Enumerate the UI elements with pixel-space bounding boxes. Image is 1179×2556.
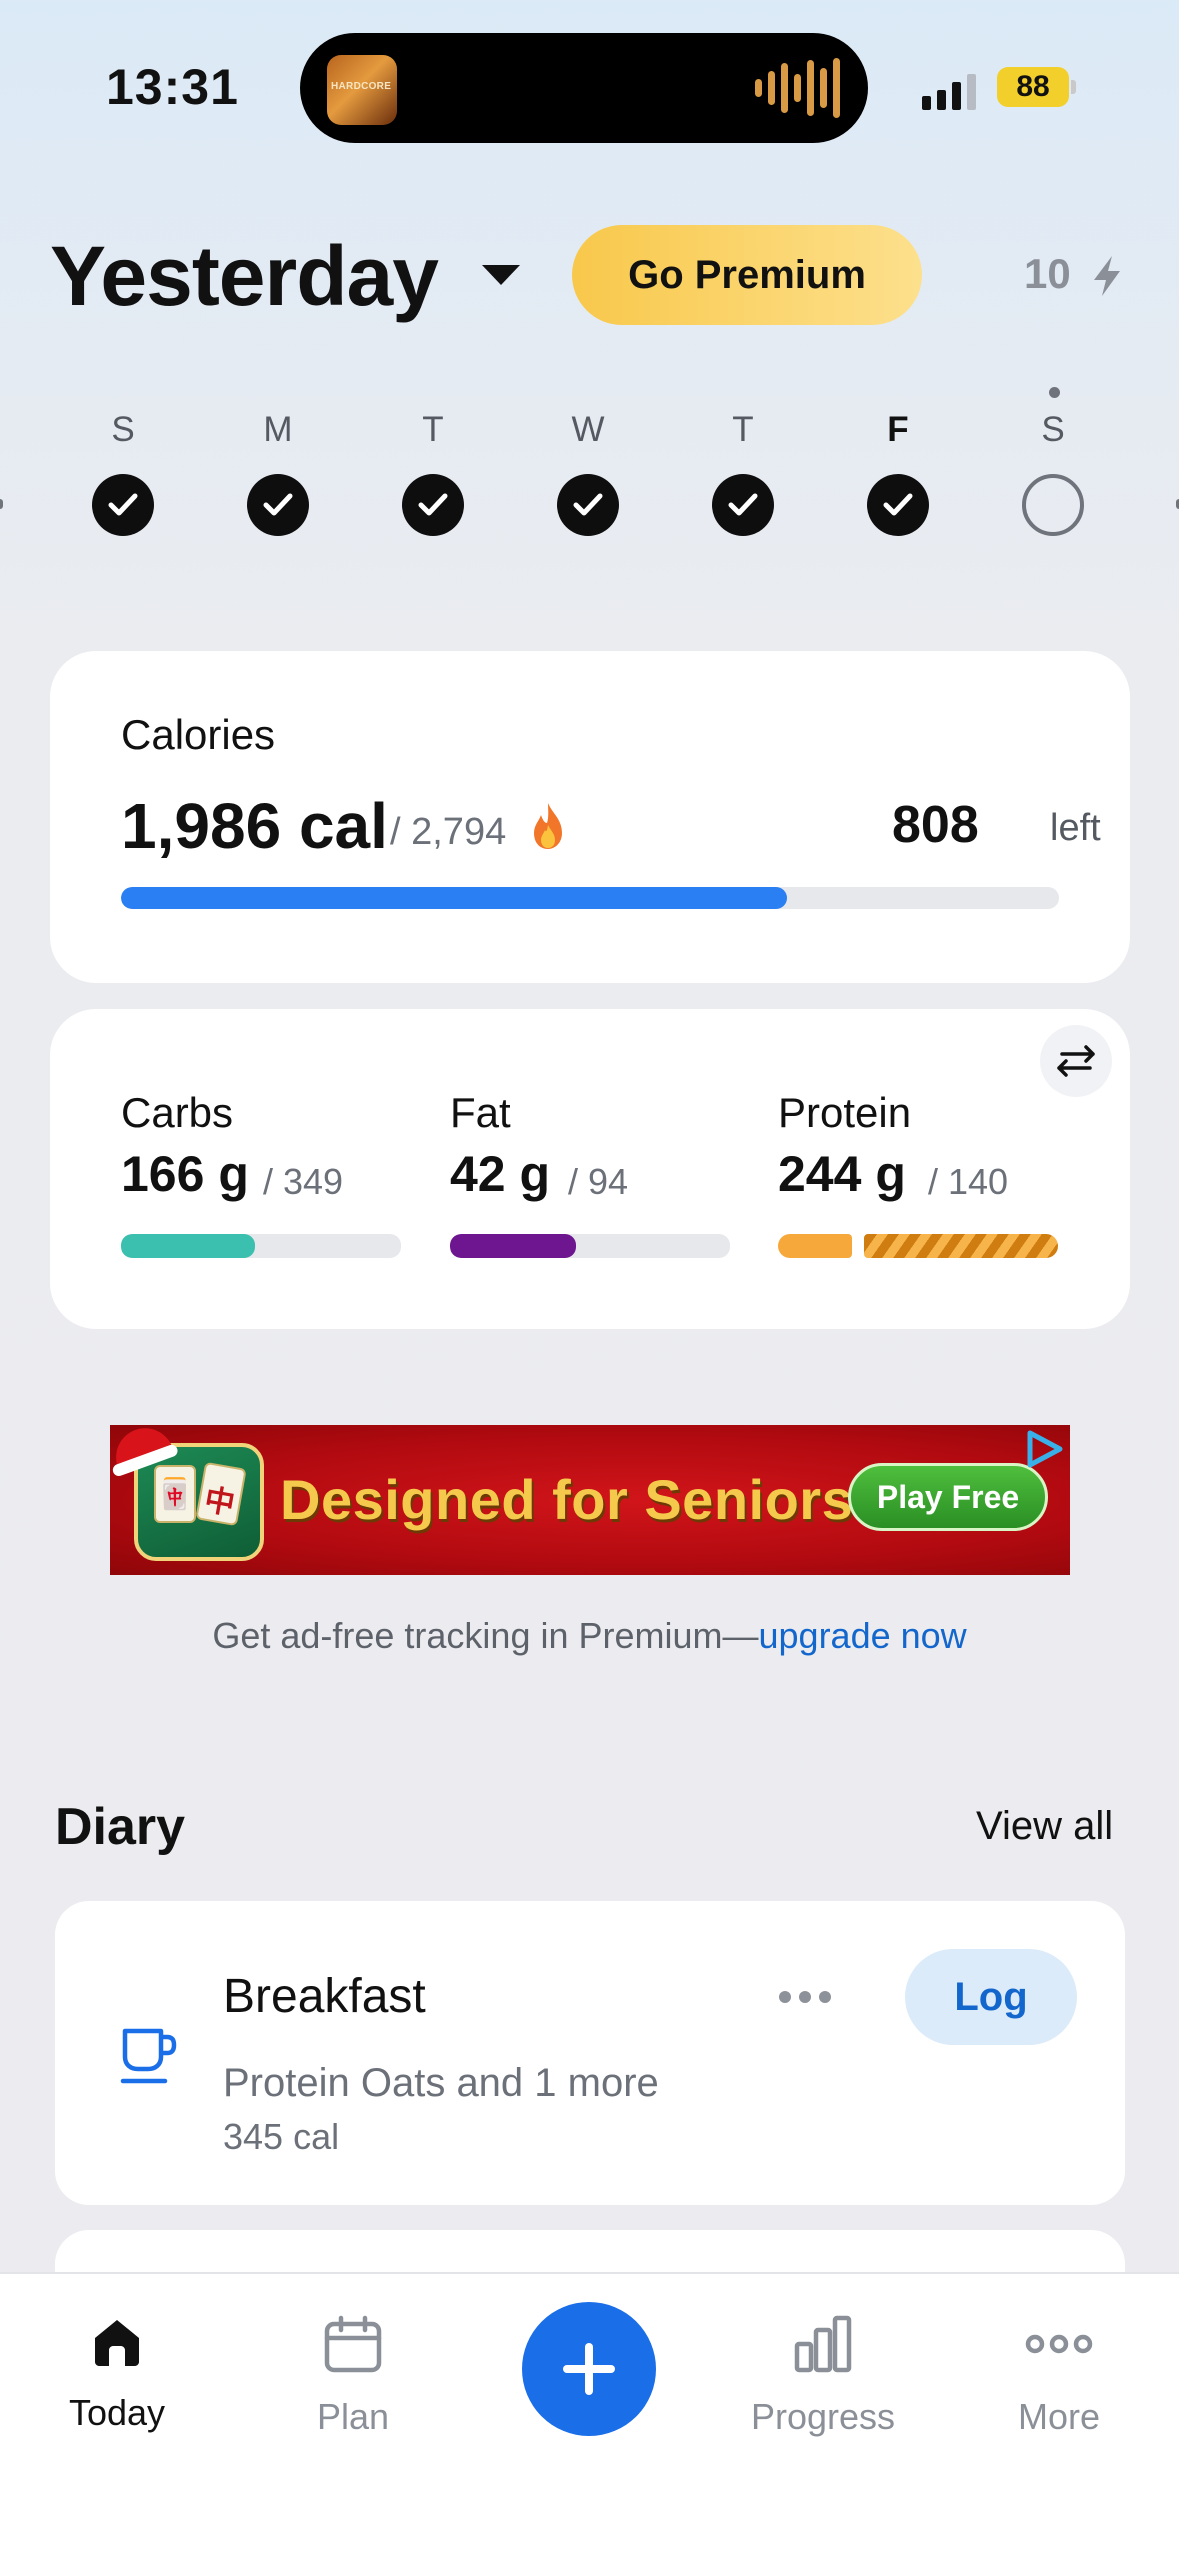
meal-options-icon[interactable] [779,1991,831,2003]
tab-progress[interactable]: Progress [723,2314,923,2438]
ad-tile-left: 🀄 [154,1465,196,1523]
bar-chart-icon [794,2315,852,2373]
ad-choices-icon[interactable] [1022,1429,1066,1469]
now-playing-artwork: HARDCORE [327,55,397,125]
macro-fat-goal: / 94 [568,1161,629,1202]
tab-plan[interactable]: Plan [253,2314,453,2438]
calories-left-value: 808 [892,796,979,854]
tab-progress-label: Progress [750,2396,896,2437]
week-day-label: W [571,410,605,449]
calories-goal: / 2,794 [390,811,507,853]
day-complete-check-icon[interactable] [92,474,154,536]
today-indicator-dot [1049,387,1060,398]
macro-carbs-name: Carbs [121,1089,234,1136]
audio-waveform-icon [755,57,840,119]
diary-title: Diary [55,1798,186,1856]
date-dropdown-caret-icon[interactable] [482,265,520,285]
macro-carbs-fill [121,1234,256,1258]
bolt-icon [1094,256,1120,296]
more-dots-icon [1025,2334,1093,2354]
meal-card-breakfast[interactable]: Breakfast Protein Oats and 1 more 345 ca… [55,1901,1125,2205]
tab-more-label: More [1017,2396,1101,2437]
streak-count[interactable]: 10 [1024,250,1071,298]
week-day-label: F [887,410,909,449]
dynamic-island[interactable]: HARDCORE [300,33,868,143]
calendar-icon [324,2315,382,2373]
flame-icon [534,803,562,849]
log-button[interactable]: Log [905,1949,1077,2045]
macro-carbs-goal: / 349 [263,1161,344,1202]
go-premium-button[interactable]: Go Premium [572,225,922,325]
day-complete-check-icon[interactable] [402,474,464,536]
macro-fat-name: Fat [450,1089,511,1136]
swap-view-button[interactable] [1040,1025,1112,1097]
tab-more[interactable]: More [959,2314,1159,2438]
week-day-label: T [422,410,444,449]
calories-progress-bar [121,887,1059,909]
calories-progress-fill [121,887,787,909]
week-day-label: S [1041,410,1065,449]
meal-calories: 345 cal [223,2116,340,2157]
add-entry-button[interactable] [522,2302,656,2436]
upgrade-now-link[interactable]: upgrade now [759,1615,967,1656]
day-empty-circle-icon[interactable] [1022,474,1084,536]
ad-banner[interactable]: 🀄 中 Designed for Seniors Play Free [110,1425,1070,1575]
macro-carbs-value: 166 g [121,1146,249,1202]
meal-name: Breakfast [223,1970,426,2023]
macro-fat-fill [450,1234,576,1258]
swap-arrows-icon [1057,1045,1095,1077]
macro-fat-bar [450,1234,730,1258]
coffee-cup-icon [120,2028,177,2084]
calories-value: 1,986 cal [121,790,388,862]
calories-left-label: left [1050,807,1101,849]
meal-items: Protein Oats and 1 more [223,2061,659,2105]
macro-protein-goal: / 140 [928,1161,1009,1202]
macro-protein-bar [778,1234,1058,1258]
week-edge-left [0,499,3,509]
view-all-link[interactable]: View all [976,1804,1113,1849]
day-complete-check-icon[interactable] [712,474,774,536]
cell-signal-icon [922,74,976,110]
tab-today[interactable]: Today [17,2314,217,2434]
ad-free-note-text: Get ad-free tracking in Premium— [212,1615,759,1656]
macro-protein-fill [778,1234,852,1258]
home-icon [95,2320,139,2366]
ad-tile-right: 中 [195,1461,247,1527]
status-time: 13:31 [106,59,239,115]
week-day-label: S [111,410,135,449]
tab-today-label: Today [68,2392,166,2433]
macro-fat-value: 42 g [450,1146,551,1202]
ad-title: Designed for Seniors [280,1468,854,1531]
macro-protein-over-fill [864,1234,1058,1258]
battery-indicator: 88 [997,67,1069,107]
calories-card[interactable]: Calories 1,986 cal / 2,794 808 left [50,651,1130,983]
battery-tip [1071,80,1076,94]
week-day-label: T [732,410,754,449]
macro-protein-value: 244 g [778,1146,906,1202]
ad-cta-button[interactable]: Play Free [848,1463,1048,1531]
artwork-text: HARDCORE [331,81,392,92]
calories-label: Calories [121,711,276,758]
day-complete-check-icon[interactable] [867,474,929,536]
tab-plan-label: Plan [316,2396,390,2437]
week-day-label: M [263,410,293,449]
day-complete-check-icon[interactable] [557,474,619,536]
page-title[interactable]: Yesterday [50,228,439,325]
tab-bar: Today Plan Progress More [0,2272,1179,2556]
macro-carbs-bar [121,1234,401,1258]
macro-protein-name: Protein [778,1089,912,1136]
day-complete-check-icon[interactable] [247,474,309,536]
ad-free-note: Get ad-free tracking in Premium—upgrade … [0,1615,1179,1657]
macros-card[interactable]: Carbs 166 g / 349 Fat 42 g / 94 Protein … [50,1009,1130,1329]
